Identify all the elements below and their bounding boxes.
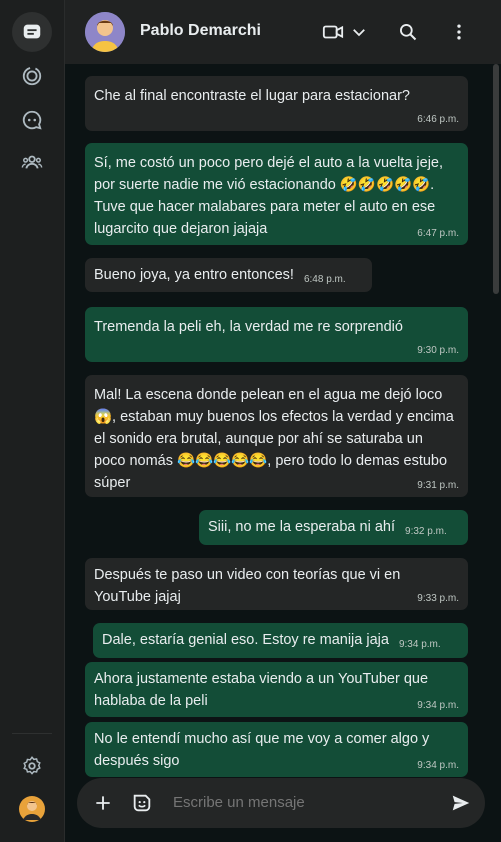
communities-icon bbox=[21, 155, 43, 169]
sticker-button[interactable] bbox=[130, 791, 154, 815]
profile-button[interactable] bbox=[12, 789, 52, 829]
composer-bar bbox=[77, 778, 485, 828]
message-incoming[interactable]: Mal! La escena donde pelean en el agua m… bbox=[85, 375, 468, 497]
chats-icon bbox=[23, 24, 41, 39]
message-input[interactable] bbox=[171, 793, 435, 812]
sticker-icon bbox=[133, 794, 151, 812]
contact-avatar[interactable] bbox=[85, 12, 125, 52]
contact-name[interactable]: Pablo Demarchi bbox=[140, 22, 261, 40]
message-outgoing[interactable]: Ahora justamente estaba viendo a un YouT… bbox=[85, 662, 468, 717]
message-outgoing[interactable]: No le entendí mucho así que me voy a com… bbox=[85, 722, 468, 777]
message-time: 9:31 p.m. bbox=[417, 480, 459, 491]
more-options-button[interactable] bbox=[445, 18, 473, 46]
message-incoming[interactable]: Después te paso un video con teorías que… bbox=[85, 558, 468, 610]
message-text: Tremenda la peli eh, la verdad me re sor… bbox=[94, 319, 403, 335]
message-time: 9:30 p.m. bbox=[417, 345, 459, 356]
message-incoming[interactable]: Bueno joya, ya entro entonces! 6:48 p.m. bbox=[85, 258, 372, 292]
message-time: 6:48 p.m. bbox=[303, 274, 346, 285]
message-incoming[interactable]: Che al final encontraste el lugar para e… bbox=[85, 76, 468, 131]
message-outgoing[interactable]: Sí, me costó un poco pero dejé el auto a… bbox=[85, 143, 468, 245]
message-text: Mal! La escena donde pelean en el agua m… bbox=[94, 387, 454, 491]
search-icon bbox=[400, 24, 417, 41]
communities-button[interactable] bbox=[12, 142, 52, 182]
call-options-dropdown[interactable] bbox=[345, 18, 373, 46]
avatar-image bbox=[85, 12, 125, 52]
search-button[interactable] bbox=[394, 18, 422, 46]
message-text: Che al final encontraste el lugar para e… bbox=[94, 88, 410, 104]
video-call-icon bbox=[322, 25, 344, 39]
status-icon bbox=[22, 66, 42, 86]
message-text: Ahora justamente estaba viendo a un YouT… bbox=[94, 671, 429, 709]
message-outgoing[interactable]: Siii, no me la esperaba ni ahí 9:32 p.m. bbox=[199, 510, 468, 545]
message-list[interactable]: Che al final encontraste el lugar para e… bbox=[65, 64, 501, 778]
message-text: Bueno joya, ya entro entonces! bbox=[94, 267, 294, 283]
message-composer bbox=[65, 778, 501, 842]
send-button[interactable] bbox=[449, 791, 473, 815]
navigation-rail bbox=[0, 0, 65, 842]
profile-avatar bbox=[19, 796, 45, 822]
message-time: 9:34 p.m. bbox=[417, 700, 459, 711]
settings-icon bbox=[23, 756, 41, 775]
chevron-down-icon bbox=[353, 29, 365, 37]
send-icon bbox=[452, 795, 470, 811]
rail-divider bbox=[12, 733, 52, 734]
message-text: Después te paso un video con teorías que… bbox=[94, 567, 401, 605]
status-button[interactable] bbox=[12, 56, 52, 96]
chat-header: Pablo Demarchi bbox=[65, 0, 501, 64]
channels-button[interactable] bbox=[12, 100, 52, 140]
message-time: 9:34 p.m. bbox=[417, 760, 459, 771]
video-call-button[interactable] bbox=[319, 18, 347, 46]
message-text: Sí, me costó un poco pero dejé el auto a… bbox=[94, 155, 444, 237]
settings-button[interactable] bbox=[12, 746, 52, 786]
attach-button[interactable] bbox=[91, 791, 115, 815]
message-outgoing[interactable]: Dale, estaría genial eso. Estoy re manij… bbox=[93, 623, 468, 658]
more-options-icon bbox=[457, 24, 461, 40]
message-time: 6:47 p.m. bbox=[417, 228, 459, 239]
scrollbar[interactable] bbox=[493, 64, 499, 294]
channels-icon bbox=[22, 110, 42, 130]
message-outgoing[interactable]: Tremenda la peli eh, la verdad me re sor… bbox=[85, 307, 468, 362]
message-time: 9:34 p.m. bbox=[398, 639, 441, 650]
chats-button[interactable] bbox=[12, 12, 52, 52]
attach-plus-icon bbox=[96, 796, 110, 810]
message-time: 9:33 p.m. bbox=[417, 593, 459, 604]
message-text: Siii, no me la esperaba ni ahí bbox=[208, 519, 395, 535]
message-time: 9:32 p.m. bbox=[405, 526, 447, 537]
message-text: No le entendí mucho así que me voy a com… bbox=[94, 731, 430, 769]
message-time: 6:46 p.m. bbox=[417, 114, 459, 125]
message-text: Dale, estaría genial eso. Estoy re manij… bbox=[102, 632, 389, 648]
